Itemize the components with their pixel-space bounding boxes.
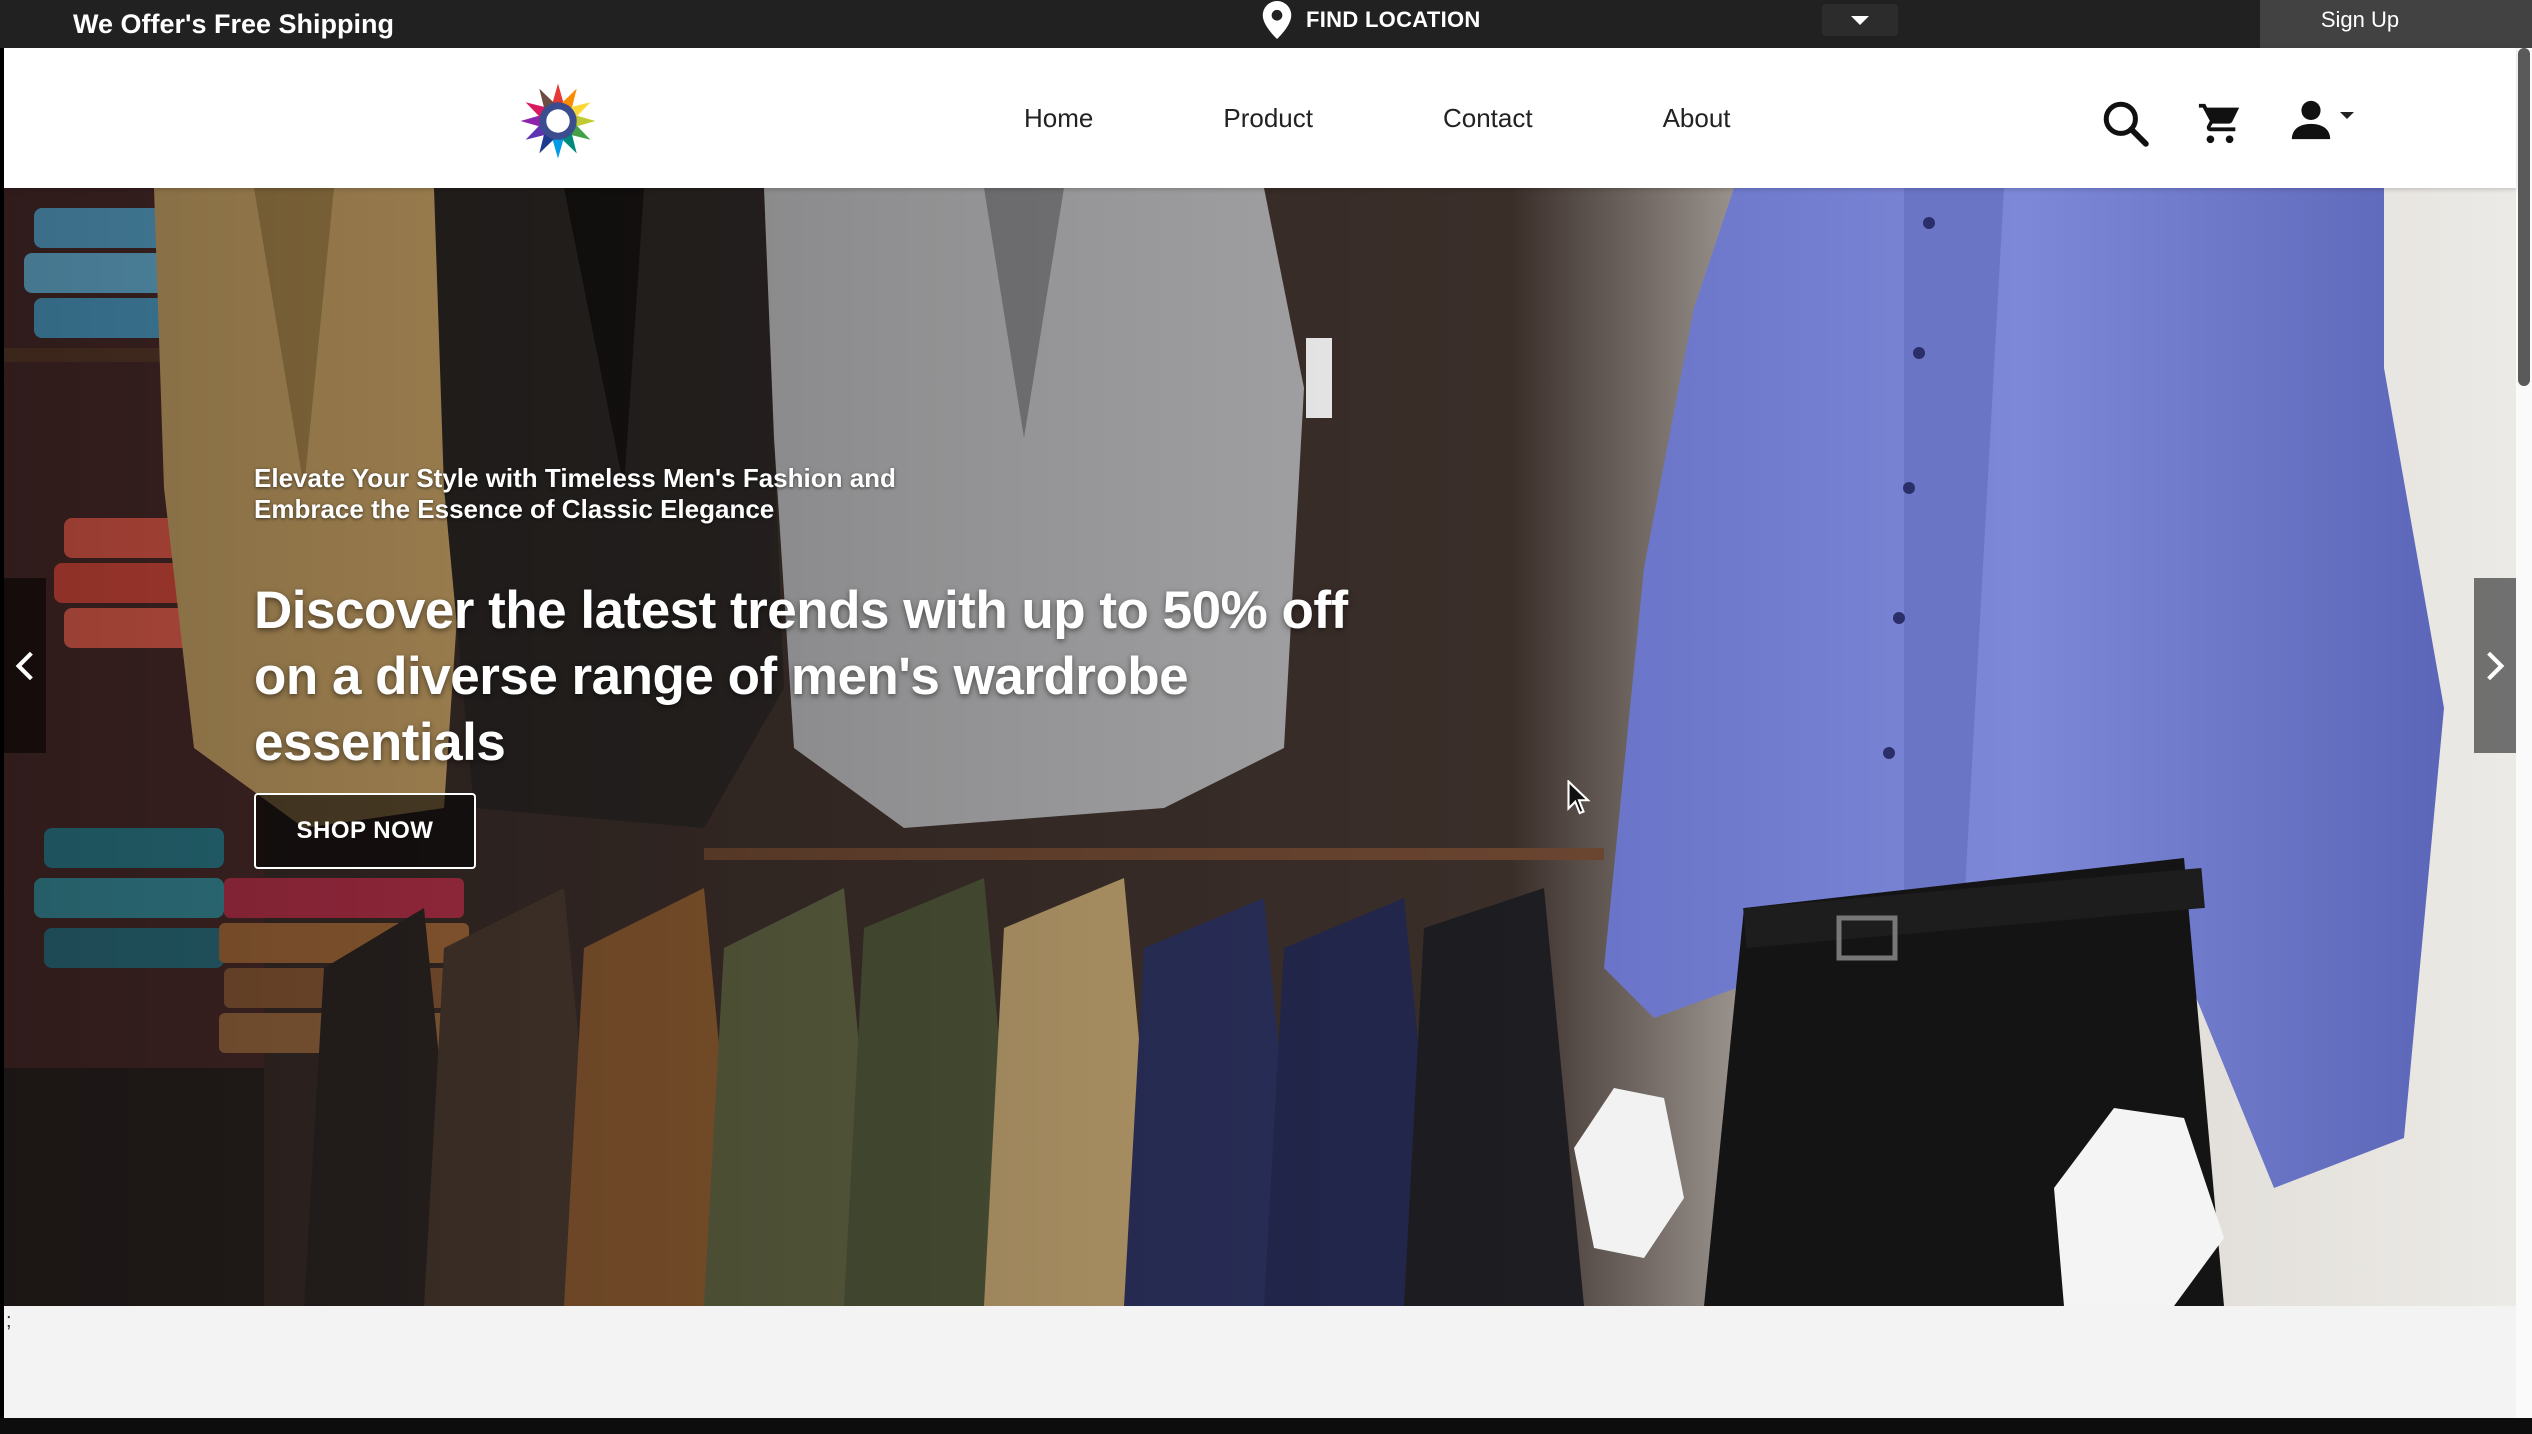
find-location-link[interactable]: FIND LOCATION	[1262, 0, 1481, 40]
main-header: Home Product Contact About	[4, 48, 2516, 188]
brand-logo[interactable]	[519, 82, 597, 160]
carousel-next-button[interactable]	[2474, 578, 2516, 753]
location-dropdown[interactable]	[1822, 4, 1898, 36]
topbar-right-panel	[2460, 0, 2532, 48]
free-shipping-text: We Offer's Free Shipping	[73, 9, 394, 39]
hero-subtitle: Elevate Your Style with Timeless Men's F…	[254, 463, 896, 524]
map-pin-icon	[1262, 1, 1292, 39]
chevron-left-icon	[15, 651, 33, 680]
mouse-cursor-icon	[1567, 780, 1591, 815]
content-section: ;	[4, 1306, 2516, 1418]
announcement-bar: We Offer's Free Shipping FIND LOCATION S…	[0, 0, 2532, 48]
search-icon[interactable]	[2100, 98, 2150, 148]
caret-down-icon	[2340, 111, 2354, 119]
stray-text: ;	[6, 1310, 12, 1332]
hero-carousel: Elevate Your Style with Timeless Men's F…	[4, 188, 2516, 1306]
scrollbar-thumb[interactable]	[2518, 48, 2530, 386]
nav-about[interactable]: About	[1663, 105, 1731, 131]
account-menu[interactable]	[2288, 96, 2368, 144]
sign-up-button[interactable]: Sign Up	[2260, 0, 2460, 48]
find-location-label: FIND LOCATION	[1306, 7, 1481, 32]
cart-icon[interactable]	[2196, 100, 2244, 146]
window-bottom-edge	[0, 1418, 2532, 1434]
chevron-right-icon	[2487, 651, 2505, 680]
shop-now-button[interactable]: SHOP NOW	[254, 793, 476, 869]
caret-down-icon	[1851, 15, 1869, 25]
main-navigation: Home Product Contact About	[1024, 48, 1731, 188]
nav-contact[interactable]: Contact	[1443, 105, 1533, 131]
carousel-prev-button[interactable]	[4, 578, 46, 753]
hero-headline: Discover the latest trends with up to 50…	[254, 581, 1348, 772]
user-icon	[2291, 100, 2331, 140]
nav-product[interactable]: Product	[1223, 105, 1313, 131]
nav-home[interactable]: Home	[1024, 105, 1093, 131]
